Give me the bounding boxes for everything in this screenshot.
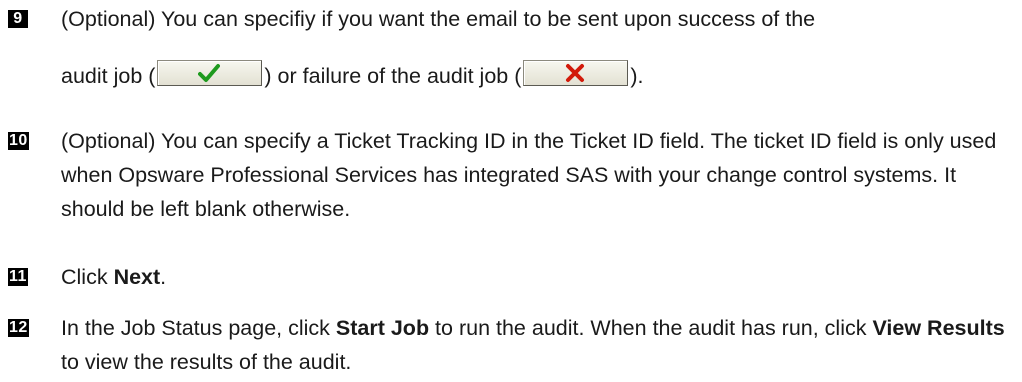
success-button[interactable] bbox=[157, 60, 263, 86]
step-text-fragment: Click bbox=[61, 265, 114, 289]
step-11: 11 Click Next. bbox=[0, 260, 1010, 294]
step-12: 12 In the Job Status page, click Start J… bbox=[0, 311, 1010, 379]
x-icon bbox=[566, 64, 585, 82]
step-text-fragment: ). bbox=[630, 64, 644, 88]
step-text: (Optional) You can specify a Ticket Trac… bbox=[61, 129, 997, 221]
step-text-fragment: to run the audit. When the audit has run… bbox=[429, 316, 873, 340]
step-10: 10 (Optional) You can specify a Ticket T… bbox=[0, 124, 1010, 226]
step-text-fragment: ) or failure of the audit job ( bbox=[264, 64, 522, 88]
step-text: (Optional) You can specifiy if you want … bbox=[61, 2, 1010, 93]
step-text-line: (Optional) You can specifiy if you want … bbox=[61, 7, 816, 31]
step-9: 9 (Optional) You can specifiy if you wan… bbox=[0, 2, 1010, 93]
step-text-fragment: . bbox=[160, 265, 167, 289]
ui-term-next: Next bbox=[113, 265, 161, 289]
step-text-line: audit job ( ) or failure of the audit job… bbox=[61, 59, 1010, 93]
ui-term-start-job: Start Job bbox=[335, 316, 430, 340]
step-number: 10 bbox=[8, 132, 29, 150]
failure-button[interactable] bbox=[523, 60, 629, 86]
step-text: Click Next. bbox=[61, 260, 1010, 294]
step-text-fragment: In the Job Status page, click bbox=[61, 316, 336, 340]
ui-term-view-results: View Results bbox=[872, 316, 1005, 340]
step-text-fragment: audit job ( bbox=[61, 64, 156, 88]
step-number: 9 bbox=[8, 10, 28, 28]
step-text-fragment: to view the results of the audit. bbox=[61, 350, 352, 374]
step-text: In the Job Status page, click Start Job … bbox=[61, 311, 1010, 379]
step-number: 12 bbox=[8, 319, 29, 337]
step-number: 11 bbox=[8, 268, 28, 286]
checkmark-icon bbox=[198, 64, 221, 82]
